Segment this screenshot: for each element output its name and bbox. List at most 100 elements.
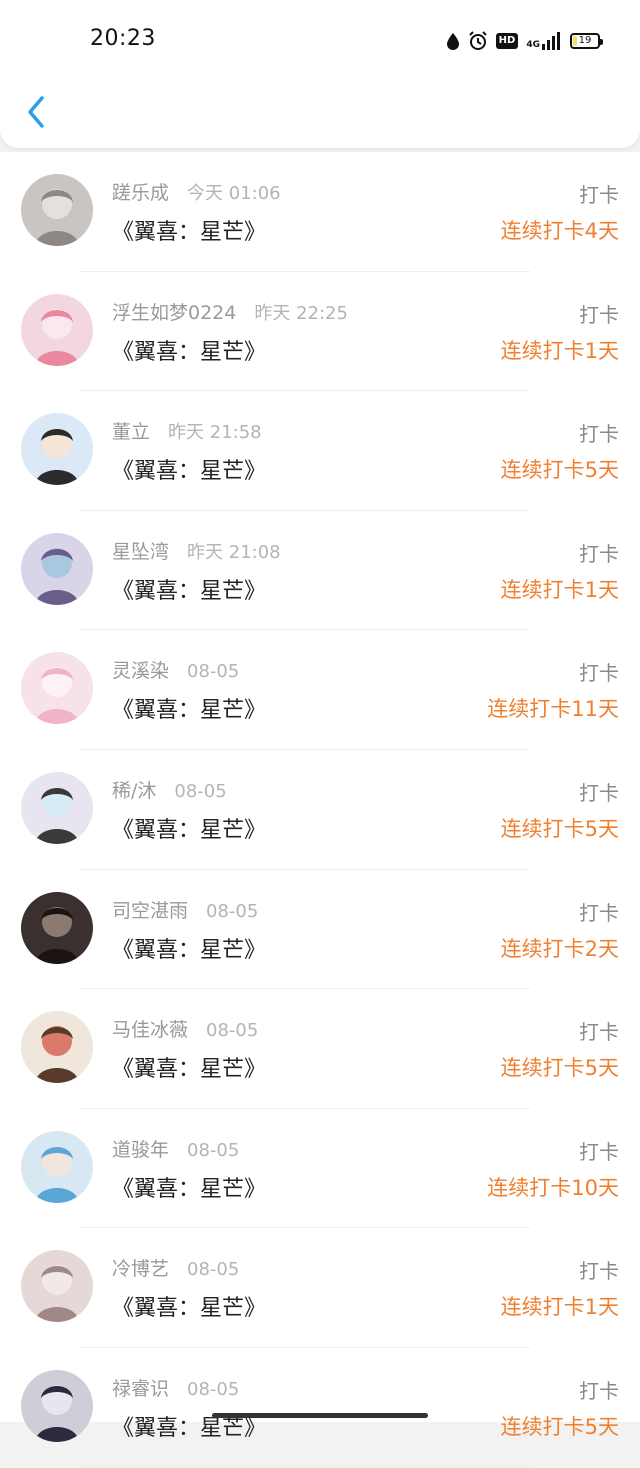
action-label: 打卡: [579, 1259, 619, 1284]
network-label: 4G: [526, 40, 540, 50]
list-item[interactable]: 董立 昨天 21:58 《翼喜：星芒》 打卡连续打卡5天: [0, 391, 640, 511]
user-name[interactable]: 禄睿识: [112, 1378, 169, 1400]
book-title[interactable]: 《翼喜：星芒》: [112, 1171, 266, 1203]
name-line: 司空湛雨 08-05: [112, 896, 258, 923]
user-name[interactable]: 道骏年: [112, 1139, 169, 1161]
list-item[interactable]: 禄睿识 08-05 《翼喜：星芒》 打卡 连续打卡5天: [0, 1348, 640, 1468]
avatar[interactable]: [21, 293, 93, 366]
avatar[interactable]: [21, 771, 93, 844]
book-title[interactable]: 《翼喜：星芒》: [112, 453, 266, 485]
alarm-icon: [468, 31, 488, 51]
avatar[interactable]: [21, 532, 93, 605]
book-title[interactable]: 《翼喜：星芒》: [112, 334, 266, 366]
status-icons: HD 4G 19: [446, 28, 603, 54]
avatar[interactable]: [21, 652, 93, 725]
list-item[interactable]: 灵溪染 08-05 《翼喜：星芒》 打卡 连续打卡11天: [0, 630, 640, 750]
avatar[interactable]: [21, 1369, 93, 1442]
checkin-time: 08-05: [206, 900, 259, 922]
action-label: 打卡: [579, 541, 619, 566]
action-label: 打卡: [579, 780, 619, 805]
action-label: 打卡: [579, 1020, 619, 1045]
streak-label: 连续打卡4天: [500, 219, 619, 243]
checkin-time: 08-05: [187, 1378, 240, 1400]
top-bar: 20:23 HD 4G 19: [0, 0, 640, 148]
streak-label: 连续打卡10天: [487, 1175, 619, 1200]
back-button[interactable]: [20, 92, 52, 132]
list-item[interactable]: 稀/沐 08-05 《翼喜：星芒》 打卡连续打卡5天: [0, 750, 640, 870]
home-indicator[interactable]: [212, 1413, 428, 1418]
signal-icon: 4G: [526, 32, 562, 50]
list-item[interactable]: 司空湛雨 08-05 《翼喜：星芒》 打卡连续打卡2天: [0, 870, 640, 990]
avatar[interactable]: [21, 891, 93, 964]
checkin-list: 蹉乐成 今天 01:06 《翼喜：星芒》 打卡 连续打卡4天 浮生如梦0224 昨天 22:…: [0, 152, 640, 1468]
streak-label: 连续打卡5天: [500, 458, 619, 483]
name-line: 禄睿识 08-05: [112, 1374, 239, 1401]
action-label: 打卡: [579, 900, 619, 925]
name-line: 星坠湾 昨天 21:08: [112, 537, 281, 564]
name-line: 董立 昨天 21:58: [112, 417, 262, 444]
list-item[interactable]: 马佳冰薇 08-05 《翼喜：星芒》 打卡连续打卡5天: [0, 989, 640, 1109]
battery-icon: 19: [570, 33, 603, 49]
avatar[interactable]: [21, 413, 93, 486]
book-title[interactable]: 《翼喜：星芒》: [112, 932, 266, 964]
book-title[interactable]: 《翼喜：星芒》: [112, 1290, 266, 1322]
checkin-time: 08-05: [187, 661, 240, 683]
avatar[interactable]: [21, 1011, 93, 1084]
user-name[interactable]: 蹉乐成: [112, 182, 169, 204]
avatar[interactable]: [21, 1130, 93, 1203]
streak-label: 连续打卡5天: [500, 816, 619, 841]
action-label: 打卡: [579, 1139, 619, 1164]
checkin-time: 昨天 21:08: [187, 541, 281, 563]
checkin-time: 今天 01:06: [187, 183, 281, 204]
checkin-time: 08-05: [187, 1259, 240, 1281]
user-name[interactable]: 稀/沐: [112, 780, 156, 802]
battery-fill: [573, 36, 577, 46]
name-line: 灵溪染 08-05: [112, 656, 239, 683]
checkin-time: 昨天 22:25: [254, 302, 348, 324]
streak-label: 连续打卡1天: [500, 577, 619, 602]
chevron-left-icon: [28, 96, 44, 128]
streak-label: 连续打卡5天: [500, 1056, 619, 1081]
user-name[interactable]: 马佳冰薇: [112, 1019, 188, 1041]
name-line: 道骏年 08-05: [112, 1135, 239, 1162]
streak-label: 连续打卡11天: [487, 697, 619, 722]
hd-badge: HD: [495, 33, 519, 49]
list-item[interactable]: 冷博艺 08-05 《翼喜：星芒》 打卡连续打卡1天: [0, 1228, 640, 1348]
user-name[interactable]: 董立: [112, 421, 150, 443]
list-item[interactable]: 浮生如梦0224 昨天 22:25 《翼喜：星芒》 打卡连续打卡1天: [0, 272, 640, 392]
streak-label: 连续打卡2天: [500, 936, 619, 961]
list-item[interactable]: 道骏年 08-05 《翼喜：星芒》 打卡连续打卡10天: [0, 1109, 640, 1229]
list-item[interactable]: 星坠湾 昨天 21:08 《翼喜：星芒》 打卡连续打卡1天: [0, 511, 640, 631]
book-title[interactable]: 《翼喜：星芒》: [112, 692, 266, 724]
list-item[interactable]: 蹉乐成 今天 01:06 《翼喜：星芒》 打卡连续打卡4天: [0, 152, 640, 272]
user-name[interactable]: 冷博艺: [112, 1258, 169, 1280]
checkin-time: 08-05: [206, 1020, 259, 1042]
name-line: 马佳冰薇 08-05: [112, 1015, 258, 1042]
name-line: 浮生如梦0224 昨天 22:25: [112, 298, 348, 325]
streak-label: 连续打卡5天: [500, 1414, 619, 1439]
name-line: 稀/沐 08-05: [112, 776, 227, 803]
action-label: 打卡: [579, 1378, 619, 1403]
avatar[interactable]: [21, 174, 93, 246]
user-name[interactable]: 浮生如梦0224: [112, 302, 236, 324]
streak-label: 连续打卡1天: [500, 338, 619, 363]
book-title[interactable]: 《翼喜：星芒》: [112, 812, 266, 844]
streak-label: 连续打卡1天: [500, 1295, 619, 1320]
book-title[interactable]: 《翼喜：星芒》: [112, 214, 266, 246]
user-name[interactable]: 司空湛雨: [112, 900, 188, 922]
book-title[interactable]: 《翼喜：星芒》: [112, 1051, 266, 1083]
name-line: 蹉乐成 今天 01:06: [112, 178, 281, 205]
action-label: 打卡: [579, 422, 619, 447]
avatar[interactable]: [21, 1250, 93, 1323]
book-title[interactable]: 《翼喜：星芒》: [112, 573, 266, 605]
drop-icon: [446, 32, 460, 50]
status-time: 20:23: [90, 26, 156, 51]
battery-level: 19: [578, 35, 592, 46]
action-label: 打卡: [579, 302, 619, 327]
user-name[interactable]: 灵溪染: [112, 660, 169, 682]
user-name[interactable]: 星坠湾: [112, 541, 169, 563]
checkin-time: 08-05: [174, 780, 227, 802]
action-label: 打卡: [579, 183, 619, 207]
name-line: 冷博艺 08-05: [112, 1254, 239, 1281]
checkin-time: 昨天 21:58: [168, 422, 262, 444]
